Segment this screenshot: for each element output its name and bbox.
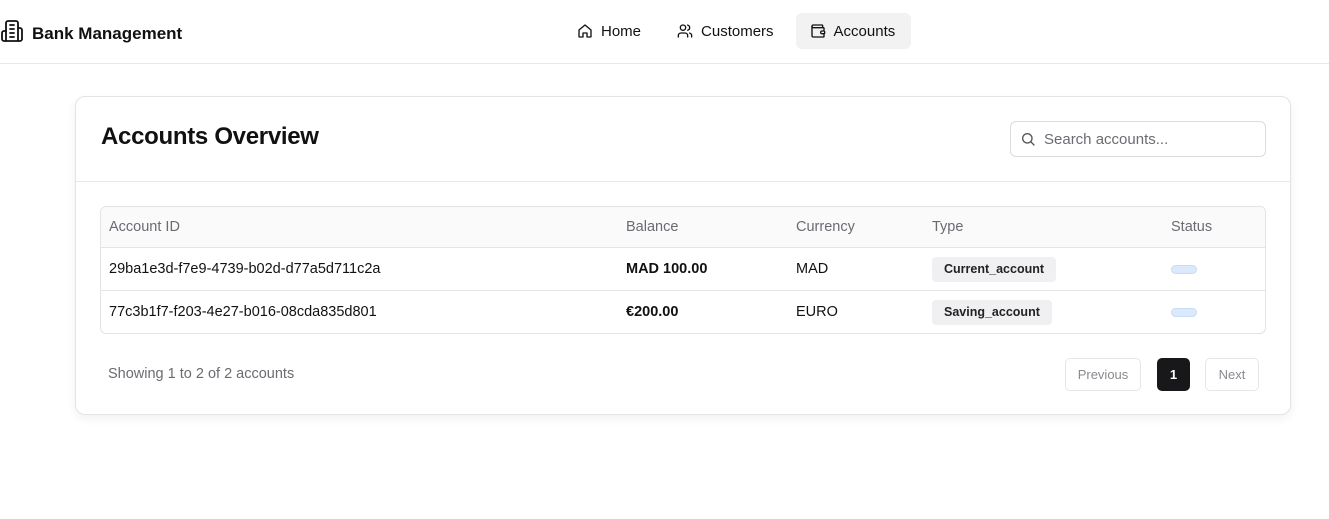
table-row[interactable]: 77c3b1f7-f203-4e27-b016-08cda835d801 €20…: [101, 291, 1265, 333]
app-title: Bank Management: [32, 23, 183, 43]
column-header-type[interactable]: Type: [932, 219, 963, 235]
type-badge: Current_account: [932, 257, 1057, 282]
column-header-account-id[interactable]: Account ID: [109, 219, 180, 235]
wallet-icon: [810, 23, 834, 39]
column-header-status[interactable]: Status: [1171, 219, 1212, 235]
search-input[interactable]: [1044, 130, 1244, 148]
search-icon: [1020, 131, 1036, 147]
status-badge: [1171, 308, 1197, 317]
top-navigation-bar: Bank Management Home Customers Accounts: [0, 0, 1329, 64]
account-id-cell: 29ba1e3d-f7e9-4739-b02d-d77a5d711c2a: [109, 261, 381, 277]
balance-cell: MAD 100.00: [626, 261, 708, 277]
accounts-table: Account ID Balance Currency Type Status …: [100, 206, 1266, 334]
nav-item-accounts[interactable]: Accounts: [795, 13, 912, 49]
home-icon: [577, 23, 601, 39]
pagination-summary: Showing 1 to 2 of 2 accounts: [108, 366, 295, 382]
nav-item-label: Accounts: [833, 22, 896, 40]
building-icon: [0, 19, 24, 48]
nav-item-home[interactable]: Home: [563, 13, 657, 49]
nav-item-label: Home: [601, 22, 642, 40]
next-page-button[interactable]: Next: [1205, 358, 1259, 391]
column-header-balance[interactable]: Balance: [626, 219, 678, 235]
page-title: Accounts Overview: [101, 123, 319, 150]
status-badge: [1171, 265, 1197, 274]
users-icon: [677, 23, 701, 39]
nav-item-label: Customers: [701, 22, 774, 40]
card-header: Accounts Overview: [76, 97, 1290, 182]
nav-item-customers[interactable]: Customers: [663, 13, 790, 49]
accounts-card: Accounts Overview Account ID Balance Cur…: [75, 96, 1291, 415]
currency-cell: EURO: [796, 304, 838, 320]
currency-cell: MAD: [796, 261, 829, 277]
previous-page-button[interactable]: Previous: [1065, 358, 1141, 391]
current-page-button[interactable]: 1: [1157, 358, 1190, 391]
table-header: Account ID Balance Currency Type Status: [101, 207, 1265, 248]
balance-cell: €200.00: [626, 304, 679, 320]
main-nav: Home Customers Accounts: [563, 13, 912, 49]
account-id-cell: 77c3b1f7-f203-4e27-b016-08cda835d801: [109, 304, 377, 320]
search-box[interactable]: [1010, 121, 1266, 157]
type-badge: Saving_account: [932, 300, 1052, 325]
column-header-currency[interactable]: Currency: [796, 219, 855, 235]
table-row[interactable]: 29ba1e3d-f7e9-4739-b02d-d77a5d711c2a MAD…: [101, 248, 1265, 291]
brand[interactable]: Bank Management: [0, 19, 182, 48]
